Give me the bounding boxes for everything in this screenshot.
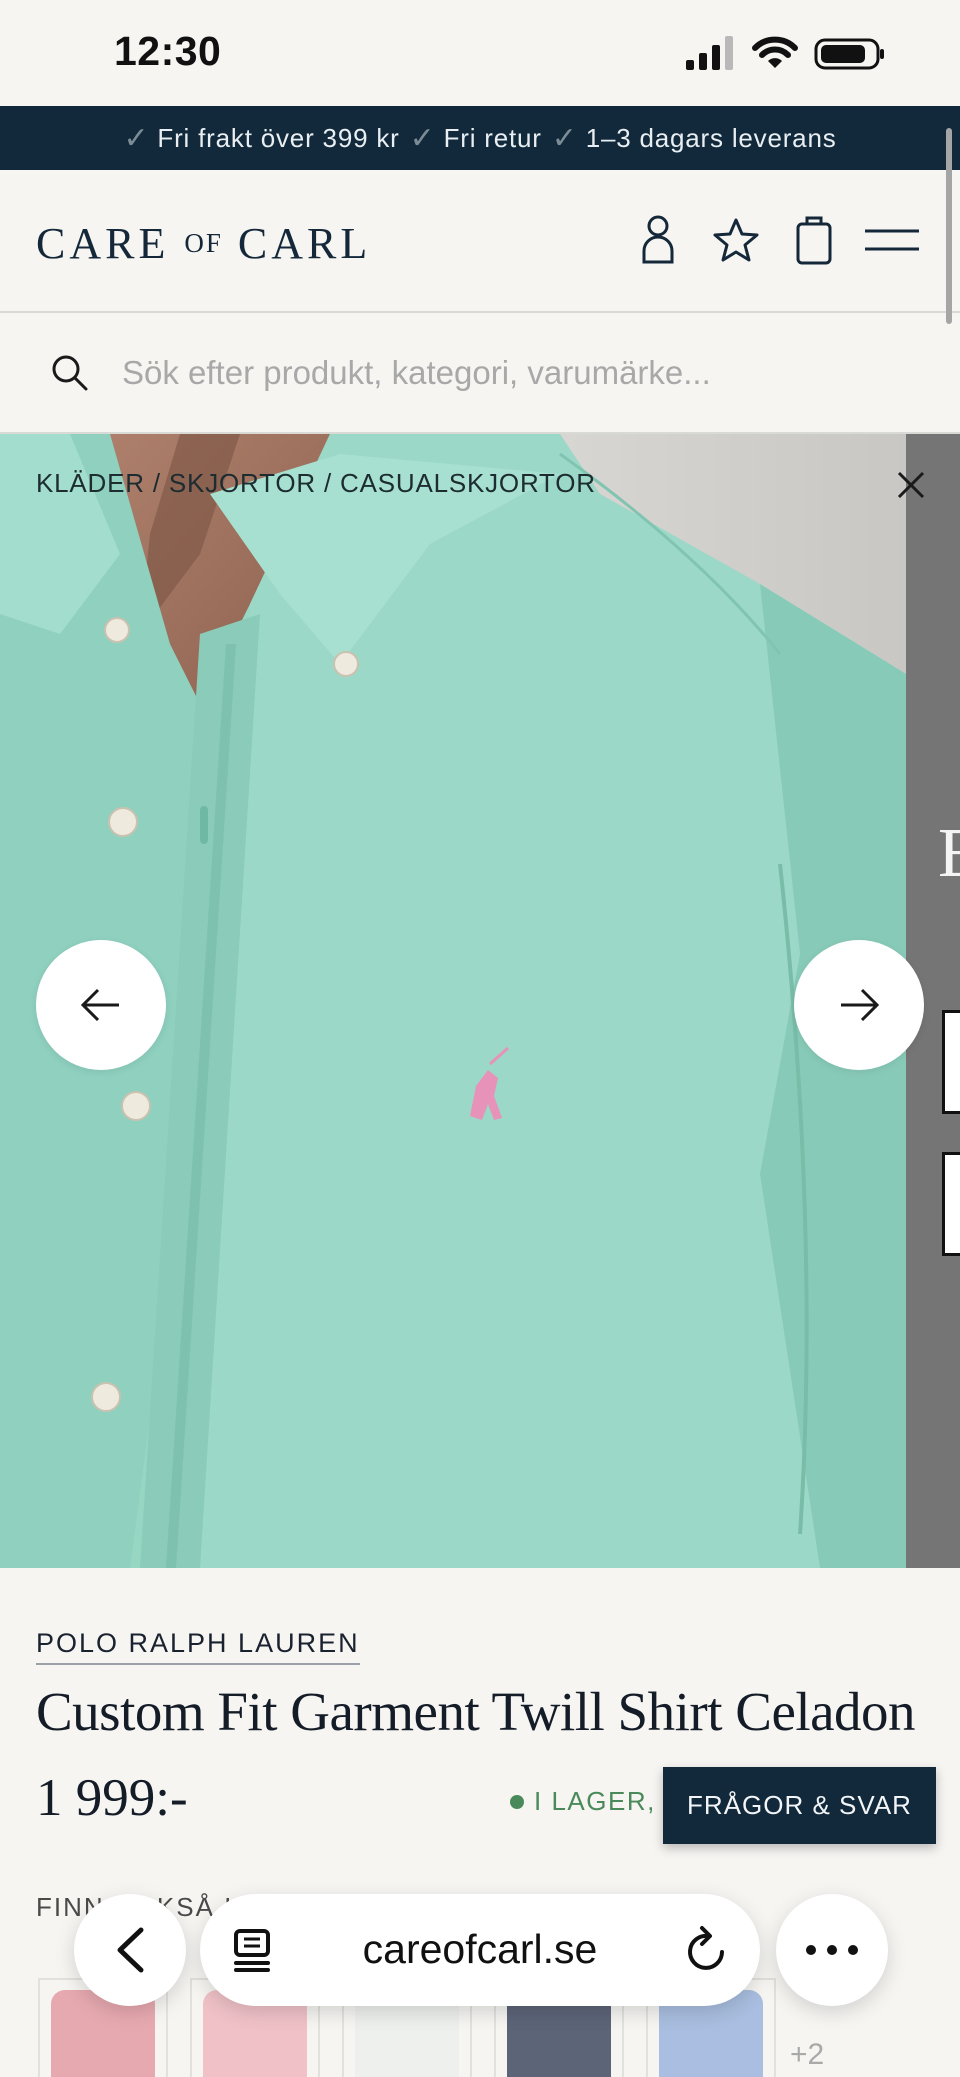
favorites-icon[interactable] <box>708 210 764 270</box>
menu-icon[interactable] <box>864 210 920 270</box>
search-input[interactable] <box>122 345 902 401</box>
status-time: 12:30 <box>114 28 222 74</box>
browser-address-bar[interactable]: careofcarl.se <box>200 1894 760 2006</box>
product-gallery: KLÄDER / SKJORTOR / CASUALSKJORTOR E <box>0 434 960 1568</box>
cart-icon[interactable] <box>786 210 842 270</box>
breadcrumb[interactable]: KLÄDER / SKJORTOR / CASUALSKJORTOR <box>36 468 596 499</box>
previous-image-button[interactable] <box>36 940 166 1070</box>
stock-status: I LAGER, <box>510 1786 656 1817</box>
preview-letter: E <box>938 815 960 892</box>
promo-item: ✓ 1–3 dagars leverans <box>551 121 837 155</box>
site-header: CARE OF CARL <box>0 170 960 313</box>
check-icon: ✓ <box>551 121 578 155</box>
account-icon[interactable] <box>630 210 686 270</box>
promo-bar: ✓ Fri frakt över 399 kr ✓ Fri retur ✓ 1–3 d… <box>0 106 960 170</box>
site-logo[interactable]: CARE OF CARL <box>36 218 371 269</box>
product-price: 1 999:- <box>36 1769 188 1827</box>
wifi-icon <box>752 36 798 68</box>
check-icon: ✓ <box>123 121 150 155</box>
promo-item: ✓ Fri frakt över 399 kr <box>123 121 400 155</box>
preview-shape <box>942 1010 960 1114</box>
header-icons <box>630 210 920 270</box>
status-icons <box>686 36 886 70</box>
promo-item: ✓ Fri retur <box>409 121 542 155</box>
faq-button[interactable]: FRÅGOR & SVAR <box>663 1767 936 1844</box>
browser-back-button[interactable] <box>74 1894 186 2006</box>
preview-shape <box>942 1152 960 1256</box>
close-icon <box>897 471 925 499</box>
product-brand-link[interactable]: POLO RALPH LAUREN <box>36 1628 360 1665</box>
reload-icon[interactable] <box>684 1924 730 1974</box>
stock-dot-icon <box>510 1794 524 1809</box>
signal-icon <box>686 36 733 70</box>
arrow-left-icon <box>81 988 119 1022</box>
arrow-right-icon <box>841 988 879 1022</box>
page-scrollbar[interactable] <box>946 128 952 324</box>
chevron-left-icon <box>117 1927 144 1973</box>
product-title: Custom Fit Garment Twill Shirt Celadon <box>36 1681 916 1742</box>
battery-icon <box>814 38 884 70</box>
browser-more-button[interactable] <box>776 1894 888 2006</box>
search-bar <box>0 313 960 434</box>
status-bar: 12:30 <box>0 0 960 106</box>
more-dots-icon <box>806 1945 858 1955</box>
search-icon <box>52 355 88 391</box>
close-button[interactable] <box>888 462 934 508</box>
next-image-button[interactable] <box>794 940 924 1070</box>
url-text: careofcarl.se <box>362 1926 598 1972</box>
browser-toolbar: careofcarl.se <box>0 1880 960 2077</box>
check-icon: ✓ <box>409 121 436 155</box>
